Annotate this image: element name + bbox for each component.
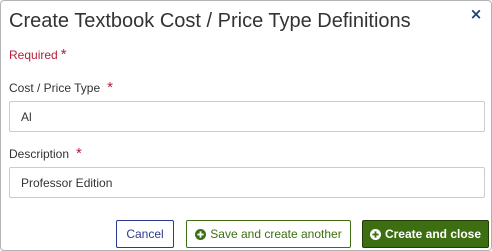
cancel-button-label: Cancel xyxy=(126,227,164,241)
plus-circle-icon xyxy=(369,228,381,240)
description-input[interactable] xyxy=(9,167,485,198)
description-label: Description * xyxy=(9,145,82,162)
cost-price-type-input[interactable] xyxy=(9,101,485,132)
cost-price-type-label-text: Cost / Price Type xyxy=(9,81,101,95)
required-asterisk: * xyxy=(60,46,67,63)
cancel-button[interactable]: Cancel xyxy=(116,220,174,248)
required-asterisk: * xyxy=(76,145,82,162)
save-and-create-another-button[interactable]: Save and create another xyxy=(186,220,351,248)
plus-circle-icon xyxy=(195,228,207,240)
cost-price-type-label: Cost / Price Type * xyxy=(9,79,113,96)
required-note: Required * xyxy=(9,46,67,63)
create-and-close-label: Create and close xyxy=(384,227,482,241)
close-icon[interactable]: × xyxy=(467,5,485,23)
dialog-title: Create Textbook Cost / Price Type Defini… xyxy=(9,10,411,32)
required-note-label: Required xyxy=(9,48,58,62)
save-and-create-another-label: Save and create another xyxy=(210,227,342,241)
create-definition-dialog: Create Textbook Cost / Price Type Defini… xyxy=(0,0,492,251)
description-label-text: Description xyxy=(9,147,70,161)
required-asterisk: * xyxy=(107,79,113,96)
create-and-close-button[interactable]: Create and close xyxy=(362,220,489,248)
